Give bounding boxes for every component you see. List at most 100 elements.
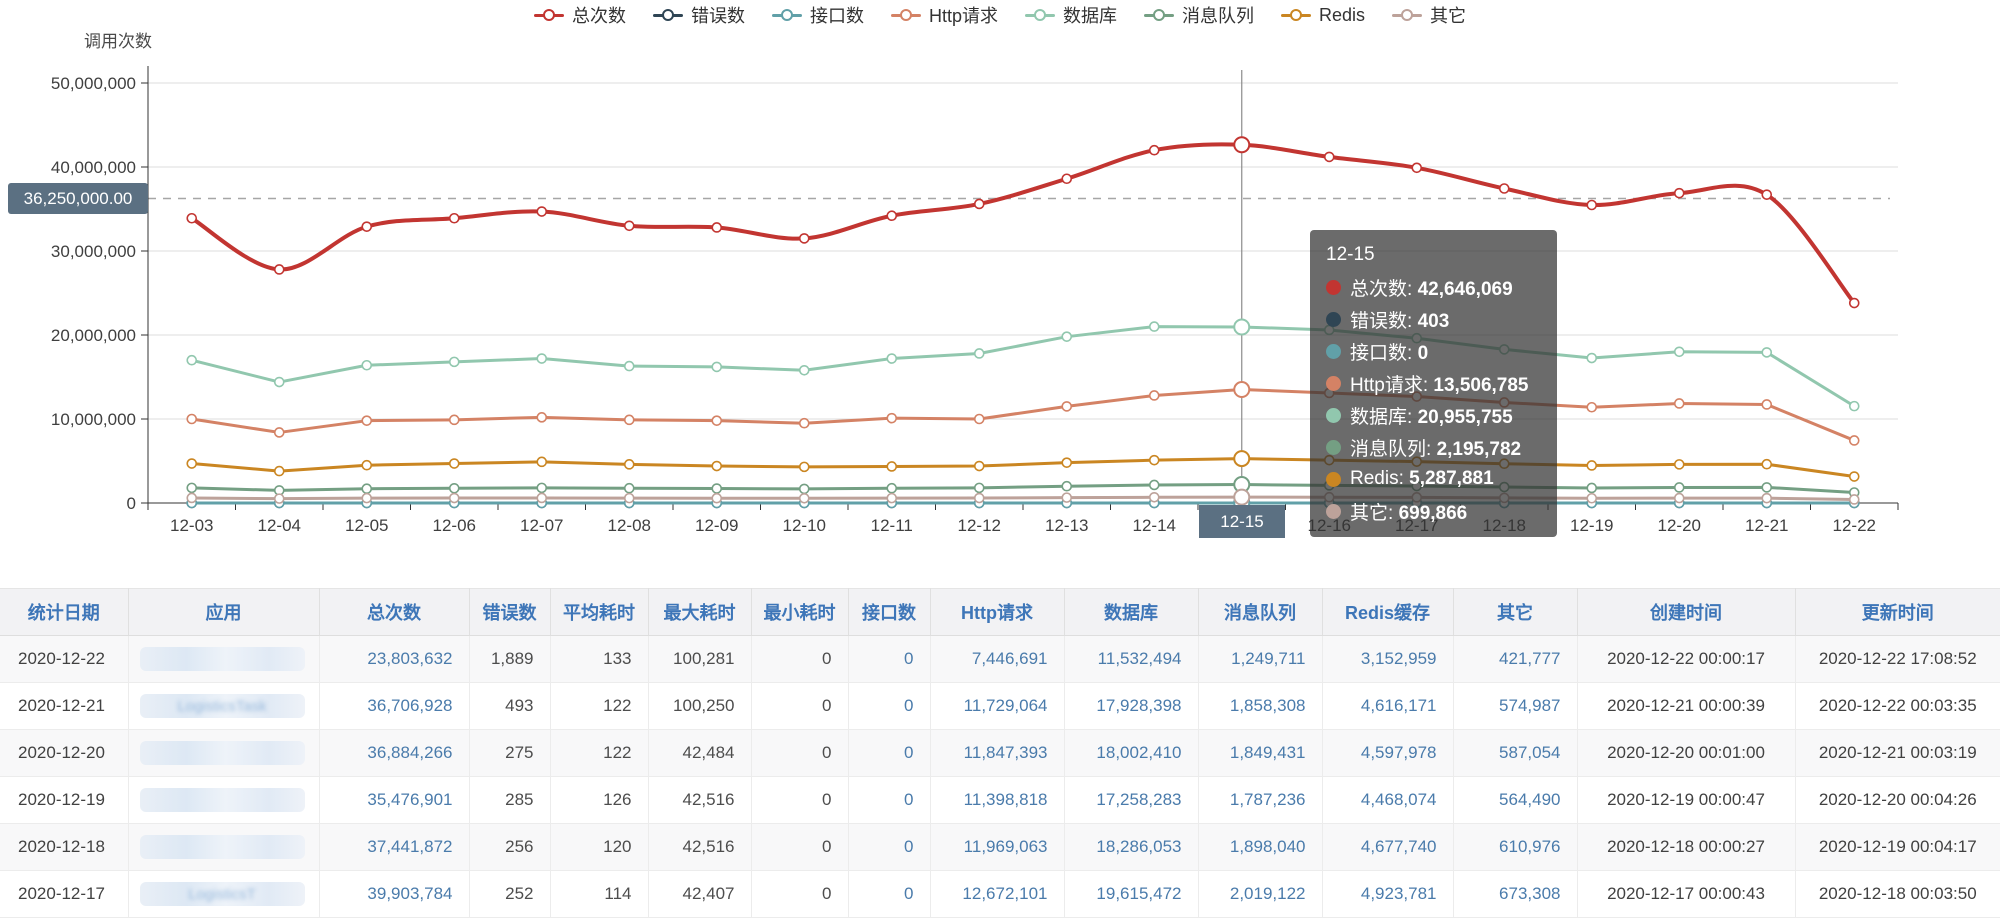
x-axis-tick-label: 12-03 (170, 516, 213, 535)
cell-redis[interactable]: 4,923,781 (1322, 871, 1453, 918)
cell-redis[interactable]: 3,152,959 (1322, 636, 1453, 683)
series-line (192, 485, 1855, 493)
cell-created: 2020-12-22 00:00:17 (1577, 636, 1795, 683)
tooltip-text: Http请求: 13,506,785 (1350, 370, 1529, 397)
line-chart[interactable]: 50,000,00040,000,00030,000,00020,000,000… (0, 0, 2000, 560)
tooltip-text: 数据库: 20,955,755 (1350, 402, 1513, 429)
cell-api[interactable]: 0 (848, 777, 930, 824)
cell-db[interactable]: 17,258,283 (1064, 777, 1198, 824)
cell-updated: 2020-12-18 00:03:50 (1795, 871, 2000, 918)
data-point (1587, 403, 1596, 412)
cell-created: 2020-12-17 00:00:43 (1577, 871, 1795, 918)
cell-other[interactable]: 673,308 (1453, 871, 1577, 918)
cell-db[interactable]: 11,532,494 (1064, 636, 1198, 683)
cell-redis[interactable]: 4,677,740 (1322, 824, 1453, 871)
data-point (1675, 347, 1684, 356)
tooltip-text: 其它: 699,866 (1350, 498, 1467, 525)
data-point (275, 378, 284, 387)
data-point (450, 214, 459, 223)
cell-other[interactable]: 421,777 (1453, 636, 1577, 683)
cell-max_ms: 100,250 (648, 683, 751, 730)
cell-app (128, 730, 319, 777)
cell-http[interactable]: 11,847,393 (930, 730, 1064, 777)
data-point (275, 265, 284, 274)
cell-total[interactable]: 23,803,632 (319, 636, 469, 683)
data-point (712, 494, 721, 503)
cell-total[interactable]: 36,884,266 (319, 730, 469, 777)
data-point (800, 494, 809, 503)
data-point (275, 494, 284, 503)
data-point (712, 223, 721, 232)
cell-redis[interactable]: 4,597,978 (1322, 730, 1453, 777)
cell-api[interactable]: 0 (848, 636, 930, 683)
cell-total[interactable]: 37,441,872 (319, 824, 469, 871)
table-row: 2020-12-2036,884,26627512242,4840011,847… (0, 730, 2000, 777)
data-point (1762, 348, 1771, 357)
cell-avg_ms: 122 (550, 730, 648, 777)
cell-date: 2020-12-19 (0, 777, 128, 824)
app-name-redacted (140, 741, 305, 765)
x-axis-tick-label: 12-08 (608, 516, 651, 535)
cell-http[interactable]: 12,672,101 (930, 871, 1064, 918)
cell-redis[interactable]: 4,616,171 (1322, 683, 1453, 730)
data-point-emphasis (1234, 490, 1249, 505)
cell-api[interactable]: 0 (848, 730, 930, 777)
cell-other[interactable]: 574,987 (1453, 683, 1577, 730)
data-point (187, 493, 196, 502)
cell-mq[interactable]: 1,787,236 (1198, 777, 1322, 824)
tooltip-text: 接口数: 0 (1350, 338, 1428, 365)
column-header-errors: 错误数 (469, 589, 550, 636)
series-color-dot (1326, 312, 1341, 327)
table-row: 2020-12-21LogisticsTask36,706,9284931221… (0, 683, 2000, 730)
cell-db[interactable]: 19,615,472 (1064, 871, 1198, 918)
cell-created: 2020-12-20 00:01:00 (1577, 730, 1795, 777)
cell-other[interactable]: 610,976 (1453, 824, 1577, 871)
table-row: 2020-12-2223,803,6321,889133100,281007,4… (0, 636, 2000, 683)
cell-mq[interactable]: 1,849,431 (1198, 730, 1322, 777)
cell-api[interactable]: 0 (848, 824, 930, 871)
data-point (362, 416, 371, 425)
data-point-emphasis (1234, 451, 1249, 466)
cell-total[interactable]: 39,903,784 (319, 871, 469, 918)
data-point-emphasis (1234, 319, 1249, 334)
data-point (1150, 322, 1159, 331)
tooltip-row: 其它: 699,866 (1326, 495, 1541, 527)
cell-max_ms: 42,484 (648, 730, 751, 777)
cell-mq[interactable]: 2,019,122 (1198, 871, 1322, 918)
data-point (625, 494, 634, 503)
cell-mq[interactable]: 1,898,040 (1198, 824, 1322, 871)
data-point (887, 414, 896, 423)
cell-other[interactable]: 587,054 (1453, 730, 1577, 777)
cell-http[interactable]: 11,398,818 (930, 777, 1064, 824)
series-color-dot (1326, 376, 1341, 391)
tooltip-title: 12-15 (1326, 238, 1541, 271)
cell-db[interactable]: 17,928,398 (1064, 683, 1198, 730)
data-point (625, 415, 634, 424)
cell-api[interactable]: 0 (848, 683, 930, 730)
cell-http[interactable]: 7,446,691 (930, 636, 1064, 683)
data-point-emphasis (1234, 137, 1249, 152)
app-name-redacted: LogisticsT (140, 882, 305, 906)
cell-http[interactable]: 11,969,063 (930, 824, 1064, 871)
data-point (537, 457, 546, 466)
cell-api[interactable]: 0 (848, 871, 930, 918)
data-point (800, 462, 809, 471)
x-axis-tick-label: 12-12 (958, 516, 1001, 535)
cell-total[interactable]: 36,706,928 (319, 683, 469, 730)
cell-redis[interactable]: 4,468,074 (1322, 777, 1453, 824)
cell-total[interactable]: 35,476,901 (319, 777, 469, 824)
cell-mq[interactable]: 1,249,711 (1198, 636, 1322, 683)
app-name-redacted: LogisticsTask (140, 694, 305, 718)
data-point (1850, 402, 1859, 411)
cell-mq[interactable]: 1,858,308 (1198, 683, 1322, 730)
column-header-app: 应用 (128, 589, 319, 636)
cell-http[interactable]: 11,729,064 (930, 683, 1064, 730)
series-color-dot (1326, 504, 1341, 519)
series-line (192, 497, 1855, 499)
data-point (187, 356, 196, 365)
cell-errors: 493 (469, 683, 550, 730)
cell-db[interactable]: 18,286,053 (1064, 824, 1198, 871)
cell-db[interactable]: 18,002,410 (1064, 730, 1198, 777)
x-axis-tick-label: 12-22 (1833, 516, 1876, 535)
cell-other[interactable]: 564,490 (1453, 777, 1577, 824)
